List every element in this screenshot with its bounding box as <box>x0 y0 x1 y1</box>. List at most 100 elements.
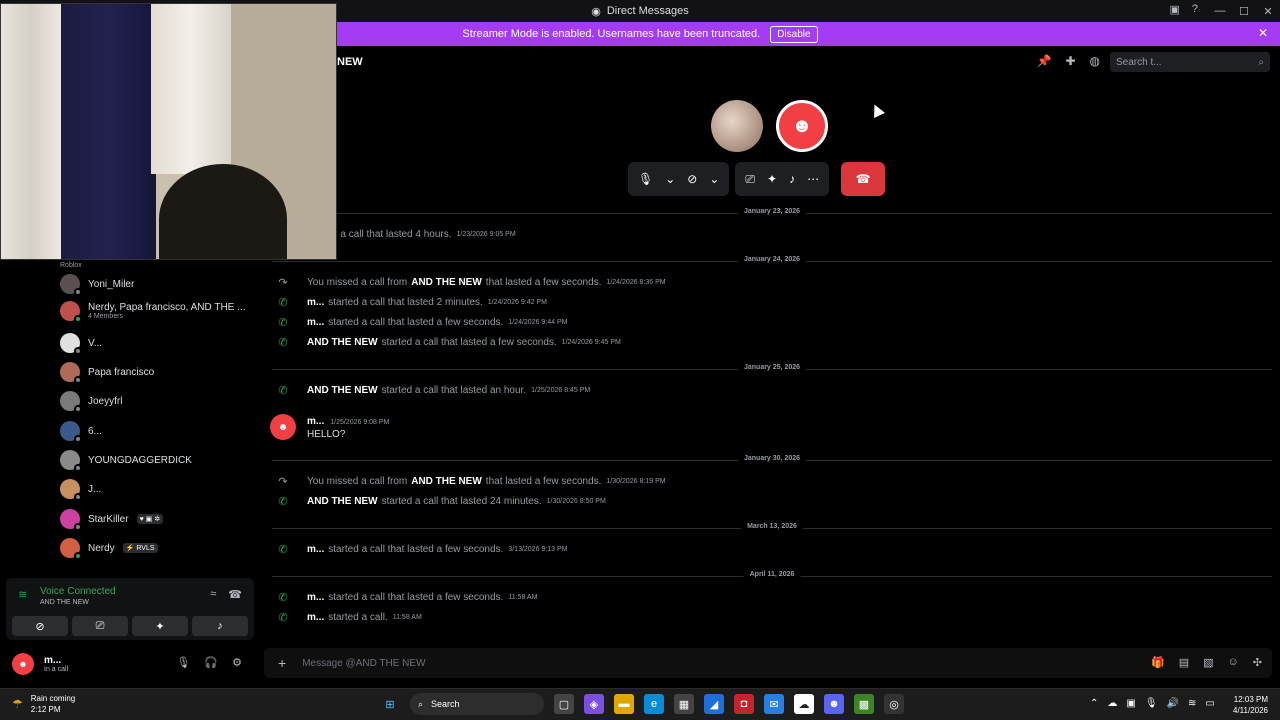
missed-call-icon: ↷ <box>278 277 288 289</box>
chevron-up-icon[interactable]: ⌃ <box>1090 698 1098 709</box>
app-tray-icon[interactable]: ▣ <box>1126 698 1135 709</box>
screen-share-icon[interactable]: ⎚ <box>745 172 755 187</box>
volume-icon[interactable]: 🔊 <box>1167 698 1179 709</box>
sticker-icon[interactable]: ▧ <box>1203 656 1213 669</box>
attach-plus-icon[interactable]: + <box>278 655 286 671</box>
onedrive-icon[interactable]: ☁ <box>1107 698 1117 709</box>
disconnect-icon[interactable]: ☎ <box>228 588 242 601</box>
user-controls: 🎙 🎧 ⚙ <box>176 656 242 669</box>
call-user[interactable]: m... <box>307 612 324 623</box>
mic-icon[interactable]: 🎙 <box>638 172 653 186</box>
dm-item[interactable]: Joeyyfrl <box>60 388 255 414</box>
activities-button[interactable]: ✦ <box>132 616 188 636</box>
apps-icon[interactable]: ✣ <box>1253 656 1262 669</box>
more-options-icon[interactable]: ⋯ <box>807 172 819 186</box>
dm-avatar <box>60 301 82 323</box>
gift-icon[interactable]: 🎁 <box>1151 656 1165 669</box>
camera-off-icon[interactable]: ⊘ <box>687 172 697 186</box>
mail-icon[interactable]: ✉ <box>764 694 784 714</box>
call-timestamp: 1/24/2026 9:44 PM <box>508 319 568 326</box>
call-text: started a call. <box>328 612 388 623</box>
call-user[interactable]: AND THE NEW <box>411 476 482 487</box>
call-user[interactable]: m... <box>307 297 324 308</box>
windows-start-icon[interactable]: ⊞ <box>380 694 400 714</box>
call-user[interactable]: AND THE NEW <box>411 277 482 288</box>
maximize-button[interactable]: ☐ <box>1232 5 1256 18</box>
messenger-icon[interactable]: ☁ <box>794 694 814 714</box>
dm-avatar <box>60 274 82 296</box>
call-text: started a call that lasted a few seconds… <box>381 337 557 348</box>
soundboard-icon[interactable]: ♪ <box>789 172 795 186</box>
dm-text: StarKiller <box>88 514 129 525</box>
noise-suppression-icon[interactable]: ≈ <box>210 588 216 601</box>
date-divider: April 11, 2026 <box>272 571 1272 578</box>
signal-icon[interactable]: ≋ <box>18 588 27 601</box>
dm-item[interactable]: Yoni_Miler <box>60 271 255 297</box>
camera-toggle-button[interactable]: ⊘ <box>12 616 68 636</box>
dm-item[interactable]: StarKiller ♥ ▣ ✲ <box>60 506 255 532</box>
screen-share-button[interactable]: ⎚ <box>72 616 128 636</box>
call-user[interactable]: AND THE NEW <box>307 385 378 396</box>
message-composer[interactable]: + Message @AND THE NEW 🎁 ▤ ▧ ☺ ✣ <box>264 648 1272 678</box>
call-participant-avatar[interactable] <box>711 100 763 152</box>
weather-icon: ☂ <box>12 697 23 711</box>
close-window-button[interactable]: ✕ <box>1256 5 1280 18</box>
message-author-avatar[interactable]: ☻ <box>270 414 296 440</box>
mic-tray-icon[interactable]: 🎙 <box>1145 698 1158 709</box>
wifi-icon[interactable]: ≋ <box>1188 698 1196 709</box>
call-entry: ✆ m... started a call that lasted a few se… <box>277 591 537 604</box>
call-user[interactable]: m... <box>307 592 324 603</box>
call-user[interactable]: AND THE NEW <box>307 496 378 507</box>
settings-gear-icon[interactable]: ⚙ <box>232 656 242 669</box>
dm-item[interactable]: 6... <box>60 418 255 444</box>
chevron-down-icon[interactable]: ⌄ <box>665 172 675 186</box>
file-explorer-icon[interactable]: ▬ <box>614 694 634 714</box>
banner-close-icon[interactable]: ✕ <box>1258 26 1268 40</box>
activities-icon[interactable]: ✦ <box>767 172 777 186</box>
chrome-icon[interactable]: ◎ <box>884 694 904 714</box>
dm-item[interactable]: Nerdy, Papa francisco, AND THE ... 4 Memb… <box>60 298 255 324</box>
disable-streamer-button[interactable]: Disable <box>770 25 818 43</box>
minecraft-icon[interactable]: ▩ <box>854 694 874 714</box>
dm-item[interactable]: V... <box>60 330 255 356</box>
author-name[interactable]: m... <box>307 416 324 427</box>
dm-item[interactable]: Nerdy ⚡ RVLS <box>60 535 255 561</box>
call-user[interactable]: m... <box>307 544 324 555</box>
add-friends-icon[interactable]: ✚ <box>1065 54 1075 68</box>
user-profile-icon[interactable]: ◍ <box>1090 54 1100 68</box>
task-view-icon[interactable]: ▢ <box>554 694 574 714</box>
call-user[interactable]: AND THE NEW <box>307 337 378 348</box>
voice-channel-name[interactable]: AND THE NEW <box>40 599 89 606</box>
end-call-button[interactable]: ☎ <box>841 162 886 196</box>
headphones-icon[interactable]: 🎧 <box>204 656 218 669</box>
call-self-avatar[interactable]: ☻ <box>776 100 828 152</box>
editor-icon[interactable]: ◢ <box>704 694 724 714</box>
dm-item[interactable]: Papa francisco <box>60 359 255 385</box>
pin-icon[interactable]: 📌 <box>1037 54 1052 68</box>
mic-icon[interactable]: 🎙 <box>176 656 190 669</box>
user-avatar[interactable]: ☻ <box>12 653 34 675</box>
antivirus-icon[interactable]: ◘ <box>734 694 754 714</box>
dm-item[interactable]: YOUNGDAGGERDICK <box>60 447 255 473</box>
copilot-icon[interactable]: ◈ <box>584 694 604 714</box>
taskbar-clock[interactable]: 12:03 PM 4/11/2026 <box>1233 694 1268 716</box>
soundboard-button[interactable]: ♪ <box>192 616 248 636</box>
gif-icon[interactable]: ▤ <box>1179 656 1189 669</box>
chevron-down-icon[interactable]: ⌄ <box>709 172 719 186</box>
battery-icon[interactable]: ▭ <box>1205 698 1214 709</box>
edge-icon[interactable]: e <box>644 694 664 714</box>
weather-widget[interactable]: ☂ Rain coming 2:12 PM <box>12 693 75 715</box>
store-icon[interactable]: ▦ <box>674 694 694 714</box>
inbox-icon[interactable]: ▣ <box>1169 3 1179 16</box>
search-input[interactable]: Search t... ⌕ <box>1110 52 1270 72</box>
help-icon[interactable]: ? <box>1192 3 1198 16</box>
call-user[interactable]: m... <box>307 317 324 328</box>
minimize-button[interactable]: — <box>1208 5 1232 17</box>
emoji-icon[interactable]: ☺ <box>1228 656 1239 669</box>
user-info[interactable]: m... In a call <box>34 655 68 673</box>
window-title: ◉ Direct Messages <box>591 5 689 18</box>
dm-name: J... <box>88 483 102 495</box>
dm-item[interactable]: J... <box>60 476 255 502</box>
discord-taskbar-icon[interactable]: ☻ <box>824 694 844 714</box>
taskbar-search[interactable]: ⌕ Search <box>410 693 544 715</box>
